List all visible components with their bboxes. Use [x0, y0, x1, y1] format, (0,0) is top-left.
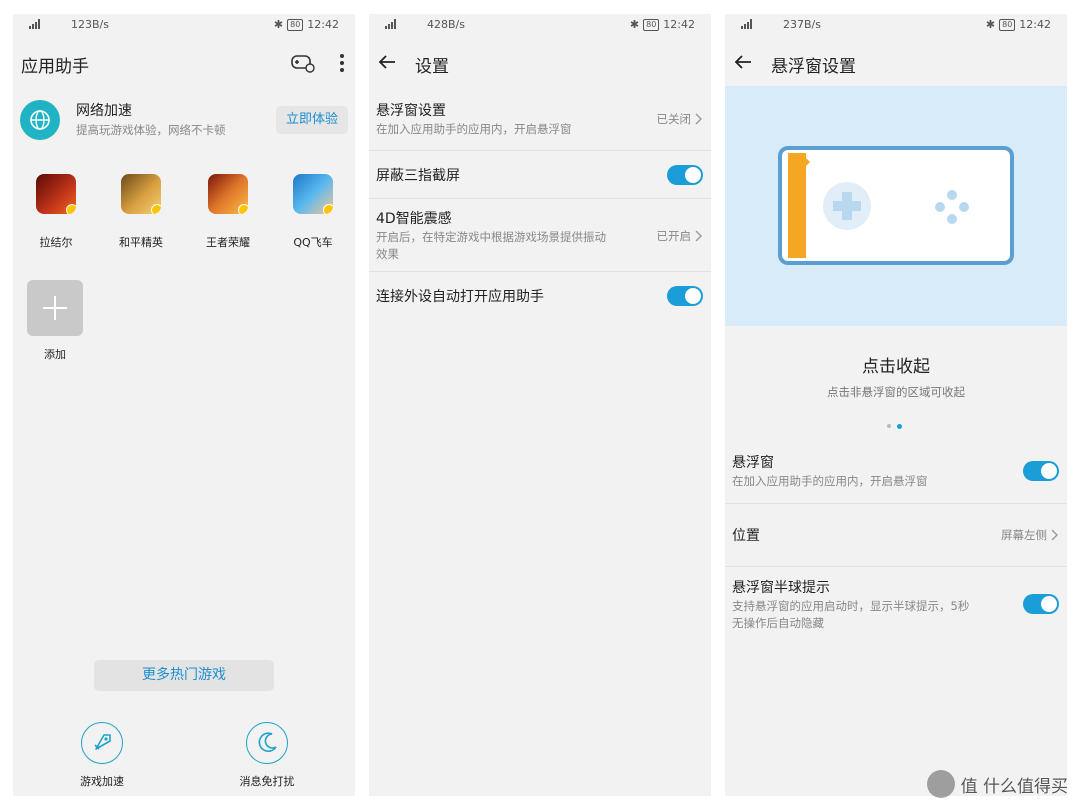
- game-icon: [293, 174, 333, 214]
- battery-icon: 80: [999, 18, 1016, 31]
- game-label: QQ飞车: [293, 236, 333, 249]
- add-label: 添加: [44, 348, 66, 361]
- game-label: 拉结尔: [39, 236, 73, 249]
- game-list: 拉结尔 和平精英 王者荣耀 QQ飞车: [13, 174, 355, 264]
- status-bar: 237B/s ✱ 80 12:42: [725, 14, 1067, 38]
- banner-subtitle: 点击非悬浮窗的区域可收起: [827, 385, 965, 399]
- watermark-logo: [926, 770, 955, 798]
- rocket-icon: [81, 722, 123, 764]
- row-subtitle: 开启后，在特定游戏中根据游戏场景提供振动: [376, 230, 606, 244]
- game-label: 王者荣耀: [206, 236, 250, 249]
- game-icon: [36, 174, 76, 214]
- chevron-right-icon: [695, 230, 702, 242]
- page-indicator: [887, 424, 902, 429]
- row-subtitle: 在加入应用助手的应用内，开启悬浮窗: [732, 474, 928, 488]
- row-subtitle-line2: 效果: [376, 247, 399, 261]
- page-title: 设置: [415, 57, 449, 77]
- bluetooth-icon: ✱: [985, 18, 996, 31]
- banner-title: 点击收起: [862, 357, 930, 377]
- row-title: 4D智能震感: [376, 211, 452, 227]
- row-title: 连接外设自动打开应用助手: [376, 289, 544, 305]
- game-boost-label: 游戏加速: [80, 775, 124, 788]
- do-not-disturb-label: 消息免打扰: [239, 775, 295, 788]
- page-title: 悬浮窗设置: [771, 57, 856, 77]
- gamepad-settings-icon[interactable]: [291, 52, 315, 74]
- plus-icon: [27, 280, 83, 336]
- floating-window-toggle[interactable]: [1023, 461, 1059, 481]
- game-item[interactable]: QQ飞车: [291, 174, 335, 250]
- row-value: 屏幕左侧: [1001, 528, 1047, 542]
- auto-open-on-peripheral-row: 连接外设自动打开应用助手: [369, 272, 711, 320]
- row-title: 悬浮窗: [732, 455, 774, 471]
- signal-icon: [385, 19, 396, 29]
- network-boost-title: 网络加速: [76, 103, 132, 119]
- network-speed: 237B/s: [783, 18, 821, 31]
- network-boost-subtitle: 提高玩游戏体验，网络不卡顿: [76, 123, 226, 137]
- chevron-right-icon: [1051, 529, 1058, 541]
- settings-screen: 428B/s ✱ 80 12:42 设置 悬浮窗设置 在加入应用助手的应用内，开…: [369, 14, 711, 796]
- battery-icon: 80: [287, 18, 304, 31]
- clock: 12:42: [307, 18, 339, 31]
- row-value: 已开启: [656, 229, 692, 243]
- app-assistant-screen: 123B/s ✱ 80 12:42 应用助手 网络加速 提高玩游戏体验，网络不卡…: [13, 14, 355, 796]
- floating-window-settings-screen: 237B/s ✱ 80 12:42 悬浮窗设置 点击收起 点击非悬浮窗的区域可收…: [725, 14, 1067, 796]
- network-speed: 123B/s: [71, 18, 109, 31]
- status-bar: 428B/s ✱ 80 12:42: [369, 14, 711, 38]
- chevron-right-icon: [695, 113, 702, 125]
- row-subtitle-line2: 无操作后自动隐藏: [732, 616, 824, 630]
- game-label: 和平精英: [119, 236, 163, 249]
- 4d-haptics-row[interactable]: 4D智能震感 开启后，在特定游戏中根据游戏场景提供振动 效果 已开启: [369, 199, 711, 272]
- row-subtitle: 支持悬浮窗的应用启动时，显示半球提示，5秒: [732, 599, 970, 613]
- hemisphere-hint-row: 悬浮窗半球提示 支持悬浮窗的应用启动时，显示半球提示，5秒 无操作后自动隐藏: [725, 567, 1067, 642]
- globe-icon: [20, 100, 60, 140]
- signal-icon: [29, 19, 40, 29]
- network-speed: 428B/s: [427, 18, 465, 31]
- game-boost-action[interactable]: 游戏加速: [69, 722, 135, 789]
- position-row[interactable]: 位置 屏幕左侧: [725, 504, 1067, 567]
- bluetooth-icon: ✱: [273, 18, 284, 31]
- status-bar: 123B/s ✱ 80 12:42: [13, 14, 355, 38]
- do-not-disturb-action[interactable]: 消息免打扰: [227, 722, 307, 789]
- back-arrow-icon[interactable]: [375, 50, 399, 74]
- illustration-banner: [725, 86, 1067, 326]
- floating-window-illustration: [778, 146, 1014, 265]
- row-value: 已关闭: [656, 112, 692, 126]
- three-finger-toggle[interactable]: [667, 165, 703, 185]
- game-item[interactable]: 拉结尔: [34, 174, 78, 250]
- more-menu-icon[interactable]: [337, 52, 347, 74]
- game-item[interactable]: 和平精英: [119, 174, 163, 250]
- block-three-finger-screenshot-row: 屏蔽三指截屏: [369, 151, 711, 199]
- clock: 12:42: [663, 18, 695, 31]
- row-title: 悬浮窗设置: [376, 103, 446, 119]
- floating-window-settings-row[interactable]: 悬浮窗设置 在加入应用助手的应用内，开启悬浮窗 已关闭: [369, 94, 711, 151]
- row-subtitle: 在加入应用助手的应用内，开启悬浮窗: [376, 122, 572, 136]
- clock: 12:42: [1019, 18, 1051, 31]
- row-title: 位置: [732, 528, 760, 544]
- more-hot-games-button[interactable]: 更多热门游戏: [94, 660, 274, 691]
- network-boost-card[interactable]: 网络加速 提高玩游戏体验，网络不卡顿 立即体验: [13, 94, 355, 150]
- game-item[interactable]: 王者荣耀: [206, 174, 250, 250]
- row-title: 悬浮窗半球提示: [732, 580, 830, 596]
- page-title: 应用助手: [21, 57, 89, 77]
- moon-icon: [246, 722, 288, 764]
- bluetooth-icon: ✱: [629, 18, 640, 31]
- watermark: 值 什么值得买: [926, 770, 1068, 798]
- floating-window-row: 悬浮窗 在加入应用助手的应用内，开启悬浮窗: [725, 442, 1067, 504]
- row-title: 屏蔽三指截屏: [376, 168, 460, 184]
- add-game-button[interactable]: 添加: [27, 280, 83, 362]
- auto-open-toggle[interactable]: [667, 286, 703, 306]
- signal-icon: [741, 19, 752, 29]
- battery-icon: 80: [643, 18, 660, 31]
- try-now-button[interactable]: 立即体验: [275, 106, 348, 134]
- watermark-text: 值 什么值得买: [960, 776, 1068, 797]
- game-icon: [208, 174, 248, 214]
- hemisphere-hint-toggle[interactable]: [1023, 594, 1059, 614]
- back-arrow-icon[interactable]: [731, 50, 755, 74]
- game-icon: [121, 174, 161, 214]
